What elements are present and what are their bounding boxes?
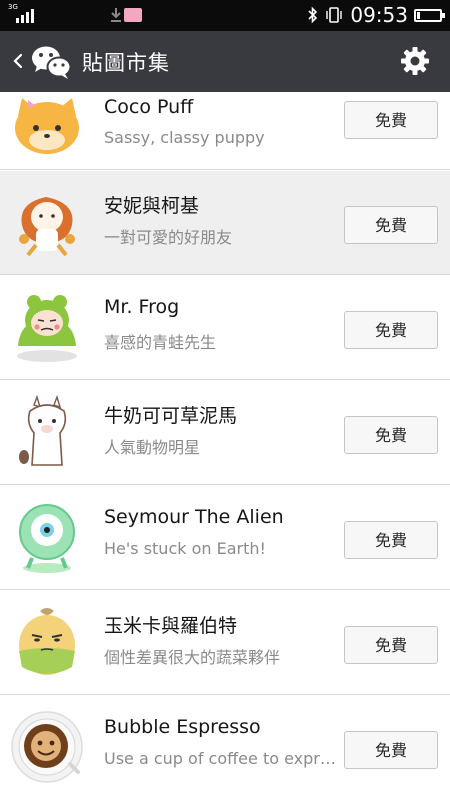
sticker-list[interactable]: Coco Puff Sassy, classy puppy 免費 安妮與柯基 一… <box>0 92 450 800</box>
sticker-item[interactable]: 牛奶可可草泥馬 人氣動物明星 免費 <box>0 381 450 485</box>
free-download-button[interactable]: 免費 <box>344 521 438 559</box>
battery-icon <box>414 8 445 22</box>
alien-sticker-icon <box>19 504 75 573</box>
page-title: 貼圖市集 <box>82 51 170 75</box>
sticker-description: 人氣動物明星 <box>104 438 201 457</box>
sticker-item[interactable]: Mr. Frog 喜感的青蛙先生 免費 <box>0 276 450 380</box>
alpaca-sticker-icon <box>19 395 67 466</box>
sticker-item[interactable]: Coco Puff Sassy, classy puppy 免費 <box>0 92 450 170</box>
title-bar: 貼圖市集 <box>0 31 450 92</box>
sticker-name: Seymour The Alien <box>104 506 284 528</box>
sticker-description: 喜感的青蛙先生 <box>104 333 217 352</box>
sticker-name: 安妮與柯基 <box>104 195 200 217</box>
sticker-item[interactable]: 安妮與柯基 一對可愛的好朋友 免費 <box>0 171 450 275</box>
clock: 09:53 <box>350 3 408 27</box>
network-indicator: 3G <box>8 3 34 25</box>
gear-icon[interactable] <box>400 46 430 76</box>
veggie-sticker-icon <box>19 608 75 675</box>
free-download-button[interactable]: 免費 <box>344 731 438 769</box>
back-icon[interactable] <box>10 50 26 72</box>
sticker-description: 個性差異很大的蔬菜夥伴 <box>104 648 281 667</box>
bluetooth-icon <box>308 6 318 24</box>
download-icon <box>111 8 121 22</box>
dog-sticker-icon <box>15 98 79 154</box>
frog-sticker-icon <box>17 295 77 362</box>
coffee-sticker-icon <box>11 711 83 783</box>
free-download-button[interactable]: 免費 <box>344 206 438 244</box>
sticker-description: 一對可愛的好朋友 <box>104 228 233 247</box>
sticker-item[interactable]: Seymour The Alien He's stuck on Earth! 免… <box>0 486 450 590</box>
sticker-name: Mr. Frog <box>104 296 180 318</box>
sticker-description: Use a cup of coffee to expr… <box>104 749 336 768</box>
sticker-item[interactable]: Bubble Espresso Use a cup of coffee to e… <box>0 696 450 800</box>
status-bar: 3G 09:53 <box>0 0 450 31</box>
free-download-button[interactable]: 免費 <box>344 101 438 139</box>
free-download-button[interactable]: 免費 <box>344 626 438 664</box>
app-notification-icon <box>124 8 142 22</box>
free-download-button[interactable]: 免費 <box>344 311 438 349</box>
sticker-item[interactable]: 玉米卡與羅伯特 個性差異很大的蔬菜夥伴 免費 <box>0 591 450 695</box>
sticker-description: Sassy, classy puppy <box>104 128 265 147</box>
vibrate-icon <box>326 7 343 23</box>
sticker-name: 牛奶可可草泥馬 <box>104 405 238 427</box>
sticker-description: He's stuck on Earth! <box>104 539 266 558</box>
free-download-button[interactable]: 免費 <box>344 416 438 454</box>
girl-sticker-icon <box>19 197 75 257</box>
sticker-name: Coco Puff <box>104 96 194 118</box>
sticker-name: 玉米卡與羅伯特 <box>104 615 238 637</box>
signal-icon <box>16 9 34 23</box>
wechat-logo-icon <box>32 46 72 79</box>
sticker-name: Bubble Espresso <box>104 716 261 738</box>
